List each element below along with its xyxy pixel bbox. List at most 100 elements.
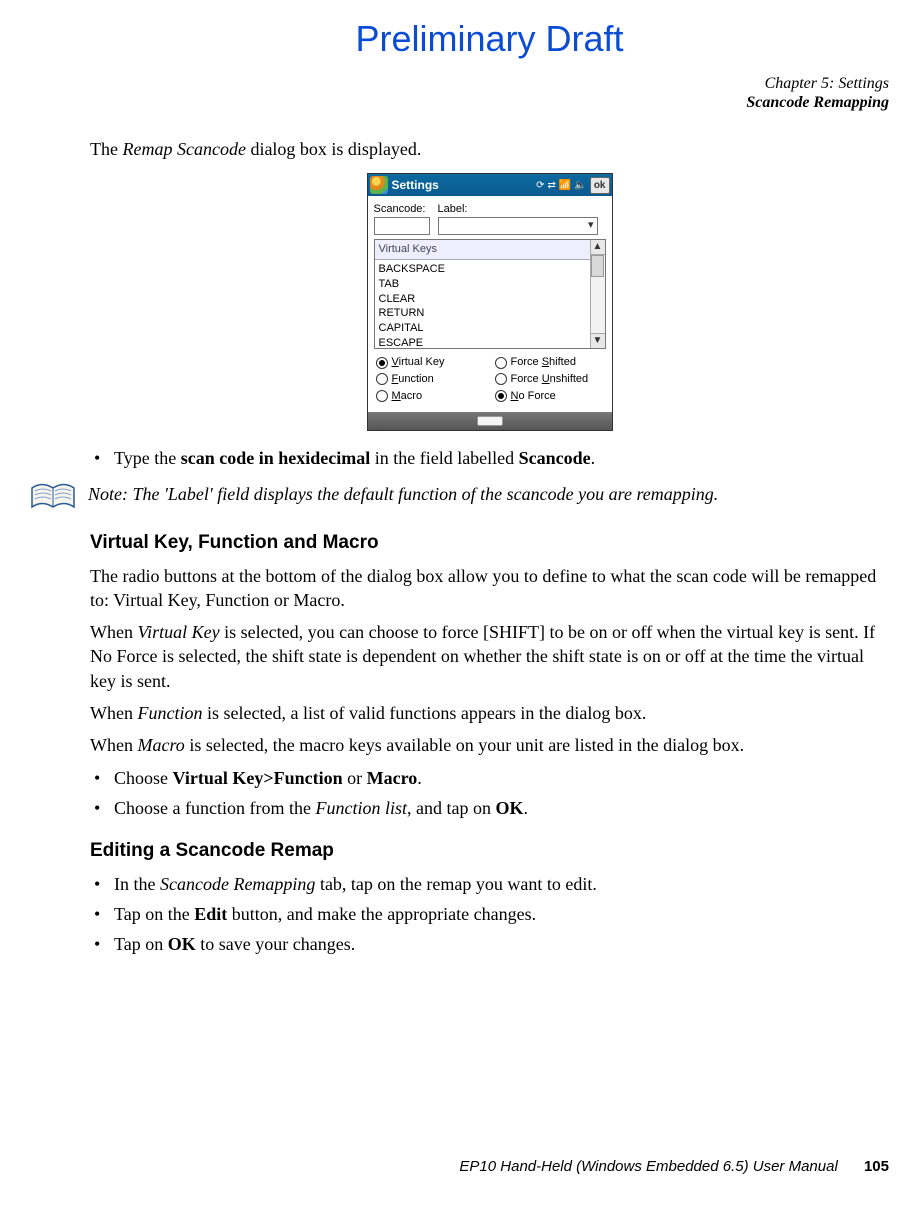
- t: Scancode Remapping: [160, 874, 315, 894]
- t: Tap on the: [114, 904, 194, 924]
- paragraph: When Macro is selected, the macro keys a…: [90, 733, 889, 757]
- t: to save your changes.: [196, 934, 355, 954]
- t: .: [591, 448, 596, 468]
- list-item: Choose a function from the Function list…: [114, 796, 889, 820]
- t: tab, tap on the remap you want to edit.: [315, 874, 596, 894]
- radio-virtual-key[interactable]: Virtual Key: [376, 355, 485, 370]
- subheading-editing: Editing a Scancode Remap: [90, 838, 889, 864]
- list-item[interactable]: ESCAPE: [379, 336, 601, 351]
- page-footer: EP10 Hand-Held (Windows Embedded 6.5) Us…: [459, 1157, 889, 1177]
- header-chapter: Chapter 5: Settings: [90, 74, 889, 93]
- t: or: [343, 768, 367, 788]
- paragraph: When Virtual Key is selected, you can ch…: [90, 620, 889, 693]
- field-row: Scancode: Label:: [368, 196, 612, 239]
- t: is selected, the macro keys available on…: [185, 735, 744, 755]
- t: In the: [114, 874, 160, 894]
- radio-force-unshifted[interactable]: Force Unshifted: [495, 372, 604, 387]
- label-field: Label:: [438, 202, 606, 235]
- t: Choose a function from the: [114, 798, 315, 818]
- t: Choose: [114, 768, 173, 788]
- subheading-vkey: Virtual Key, Function and Macro: [90, 530, 889, 556]
- t: OK: [495, 798, 523, 818]
- list-item[interactable]: RETURN: [379, 306, 601, 321]
- label-label: Label:: [438, 202, 606, 217]
- t: , and tap on: [407, 798, 495, 818]
- radio-force-shifted[interactable]: Force Shifted: [495, 355, 604, 370]
- radio-label: Virtual Key: [392, 355, 445, 370]
- system-tray: ⟳ ⇄ 📶 🔈 ok: [536, 177, 609, 195]
- scancode-label: Scancode:: [374, 202, 430, 217]
- header-section: Scancode Remapping: [90, 93, 889, 112]
- paragraph: The radio buttons at the bottom of the d…: [90, 564, 889, 613]
- t: When: [90, 622, 137, 642]
- paragraph: When Function is selected, a list of val…: [90, 701, 889, 725]
- label-select[interactable]: [438, 217, 598, 235]
- tray-icon: ⟳: [536, 179, 544, 193]
- volume-icon: 🔈: [574, 179, 586, 193]
- t: Virtual Key>Function: [173, 768, 343, 788]
- scroll-up-button[interactable]: ▲: [590, 240, 605, 255]
- instruction-list-3: In the Scancode Remapping tab, tap on th…: [90, 872, 889, 957]
- watermark-text: Preliminary Draft: [90, 15, 889, 64]
- t: Virtual Key: [137, 622, 219, 642]
- list-item: Tap on OK to save your changes.: [114, 932, 889, 956]
- t: Tap on: [114, 934, 168, 954]
- t: Macro: [367, 768, 418, 788]
- scancode-field: Scancode:: [374, 202, 430, 235]
- note-label: Note:: [88, 484, 128, 504]
- virtual-keys-listbox[interactable]: Virtual Keys BACKSPACE TAB CLEAR RETURN …: [374, 239, 606, 349]
- radio-label: Function: [392, 372, 434, 387]
- device-screenshot: Settings ⟳ ⇄ 📶 🔈 ok Scancode: Label: Vir…: [90, 173, 889, 430]
- t: Function list: [315, 798, 407, 818]
- list-item[interactable]: CAPITAL: [379, 321, 601, 336]
- device-window: Settings ⟳ ⇄ 📶 🔈 ok Scancode: Label: Vir…: [367, 173, 613, 430]
- instruction-list-1: Type the scan code in hexidecimal in the…: [90, 446, 889, 470]
- intro-paragraph: The Remap Scancode dialog box is display…: [90, 137, 889, 161]
- scancode-input[interactable]: [374, 217, 430, 235]
- t: OK: [168, 934, 196, 954]
- instruction-list-2: Choose Virtual Key>Function or Macro. Ch…: [90, 766, 889, 821]
- t: in the field labelled: [370, 448, 518, 468]
- radio-label: Force Unshifted: [511, 372, 589, 387]
- radio-label: Force Shifted: [511, 355, 576, 370]
- t: Macro: [137, 735, 184, 755]
- page-header: Chapter 5: Settings Scancode Remapping: [90, 74, 889, 112]
- t: .: [523, 798, 528, 818]
- radio-label: No Force: [511, 389, 556, 404]
- t: Type the: [114, 448, 181, 468]
- radio-macro[interactable]: Macro: [376, 389, 485, 404]
- t: When: [90, 735, 137, 755]
- t: is selected, a list of valid functions a…: [202, 703, 646, 723]
- sync-icon: ⇄: [548, 179, 556, 193]
- list-item[interactable]: TAB: [379, 277, 601, 292]
- radio-options: Virtual Key Force Shifted Function Force…: [368, 349, 612, 412]
- list-item: Choose Virtual Key>Function or Macro.: [114, 766, 889, 790]
- keyboard-icon[interactable]: [477, 416, 503, 426]
- device-titlebar: Settings ⟳ ⇄ 📶 🔈 ok: [368, 174, 612, 196]
- window-title: Settings: [392, 177, 537, 193]
- intro-text-1: The: [90, 139, 122, 159]
- t: button, and make the appropriate changes…: [227, 904, 536, 924]
- radio-no-force[interactable]: No Force: [495, 389, 604, 404]
- t: Edit: [194, 904, 227, 924]
- scroll-thumb[interactable]: [591, 255, 604, 277]
- radio-function[interactable]: Function: [376, 372, 485, 387]
- listbox-header: Virtual Keys: [375, 240, 605, 260]
- t: Scancode: [519, 448, 591, 468]
- note-text: The 'Label' field displays the default f…: [133, 484, 719, 504]
- intro-text-2: Remap Scancode: [122, 139, 245, 159]
- sip-bar[interactable]: [368, 412, 612, 430]
- intro-text-3: dialog box is displayed.: [246, 139, 421, 159]
- list-item[interactable]: BACKSPACE: [379, 262, 601, 277]
- start-icon[interactable]: [370, 176, 388, 194]
- list-item: In the Scancode Remapping tab, tap on th…: [114, 872, 889, 896]
- list-item[interactable]: CLEAR: [379, 292, 601, 307]
- t: When: [90, 703, 137, 723]
- signal-icon: 📶: [559, 179, 571, 193]
- listbox-items: BACKSPACE TAB CLEAR RETURN CAPITAL ESCAP…: [375, 260, 605, 353]
- ok-button[interactable]: ok: [590, 177, 610, 195]
- note-block: Note: The 'Label' field displays the def…: [30, 482, 889, 512]
- page-number: 105: [864, 1158, 889, 1175]
- scroll-down-button[interactable]: ▼: [590, 333, 605, 348]
- t: .: [417, 768, 422, 788]
